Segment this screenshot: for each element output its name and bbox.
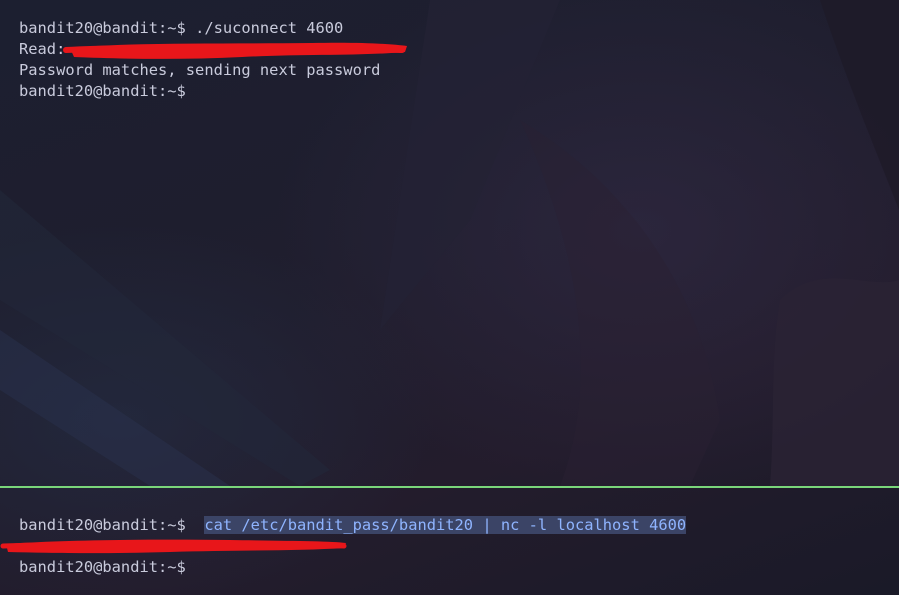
output-text: Password matches, sending next password <box>19 61 381 79</box>
shell-prompt: bandit20@bandit:~$ <box>19 82 186 100</box>
shell-prompt: bandit20@bandit:~$ <box>19 558 186 576</box>
terminal-line: Read: <box>19 39 65 60</box>
output-text: Read: <box>19 40 66 58</box>
bottom-terminal-pane[interactable]: bandit20@bandit:~$ cat /etc/bandit_pass/… <box>0 488 899 595</box>
command-text: ./suconnect 4600 <box>185 19 344 37</box>
redaction-scribble <box>0 539 347 554</box>
shell-prompt: bandit20@bandit:~$ <box>19 19 186 37</box>
terminal-line: bandit20@bandit:~$ <box>19 81 186 102</box>
redaction-scribble <box>63 42 407 59</box>
top-terminal-pane[interactable]: bandit20@bandit:~$ ./suconnect 4600 Read… <box>0 0 899 486</box>
terminal-window: bandit20@bandit:~$ ./suconnect 4600 Read… <box>0 0 899 595</box>
terminal-line: bandit20@bandit:~$ cat /etc/bandit_pass/… <box>19 515 687 536</box>
shell-prompt: bandit20@bandit:~$ <box>19 516 186 534</box>
terminal-line: bandit20@bandit:~$ <box>19 557 186 578</box>
terminal-line: bandit20@bandit:~$ ./suconnect 4600 <box>19 18 343 39</box>
terminal-line: Password matches, sending next password <box>19 60 380 81</box>
selected-command-text[interactable]: cat /etc/bandit_pass/bandit20 | nc -l lo… <box>204 516 687 534</box>
